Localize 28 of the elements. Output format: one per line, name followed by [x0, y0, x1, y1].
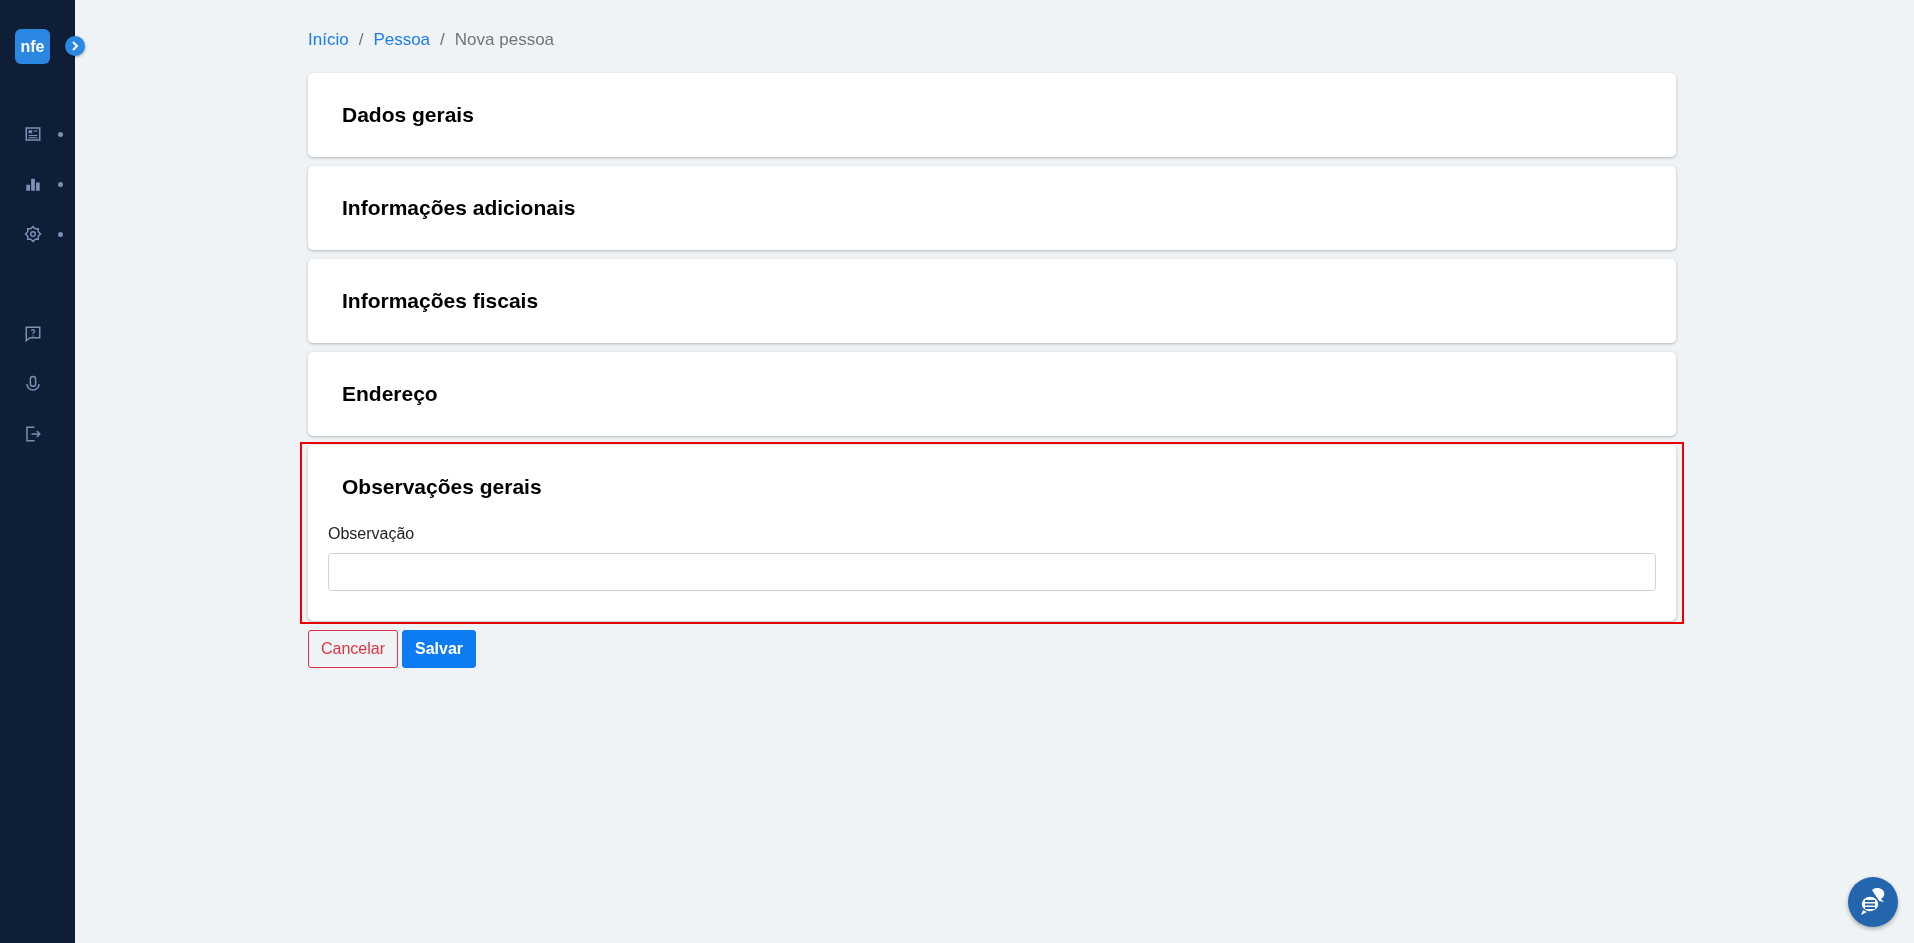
breadcrumb-current: Nova pessoa	[454, 30, 555, 50]
breadcrumb-separator: /	[358, 30, 364, 50]
section-title: Informações adicionais	[341, 196, 577, 220]
section-title: Endereço	[341, 382, 439, 406]
settings-icon	[24, 225, 42, 243]
section-title: Dados gerais	[341, 103, 475, 127]
logout-icon	[24, 425, 42, 443]
breadcrumb-link[interactable]: Início	[308, 30, 349, 50]
app-logo[interactable]: nfe	[15, 29, 50, 64]
cancel-button[interactable]: Cancelar	[308, 630, 399, 668]
input-field[interactable]	[328, 553, 1656, 591]
save-button[interactable]: Salvar	[402, 630, 477, 668]
help-icon	[24, 325, 42, 343]
section-card[interactable]: Dados gerais	[308, 73, 1676, 157]
microphone-icon	[24, 375, 42, 393]
expand-sidebar-button[interactable]	[65, 36, 85, 56]
section-card[interactable]: Observações gerais Observação	[308, 445, 1676, 621]
breadcrumb-separator: /	[440, 30, 445, 50]
breadcrumb-link[interactable]: Pessoa	[373, 30, 431, 50]
field-label: Observação	[328, 525, 416, 543]
section-card[interactable]: Endereço	[308, 352, 1676, 436]
section-card[interactable]: Informações adicionais	[308, 166, 1676, 250]
chat-button[interactable]	[1848, 877, 1898, 927]
section-title: Informações fiscais	[341, 289, 540, 313]
newspaper-icon	[24, 125, 42, 143]
section-card[interactable]: Informações fiscais	[308, 259, 1676, 343]
section-title: Observações gerais	[341, 475, 543, 499]
chevron-right-icon	[70, 41, 80, 51]
